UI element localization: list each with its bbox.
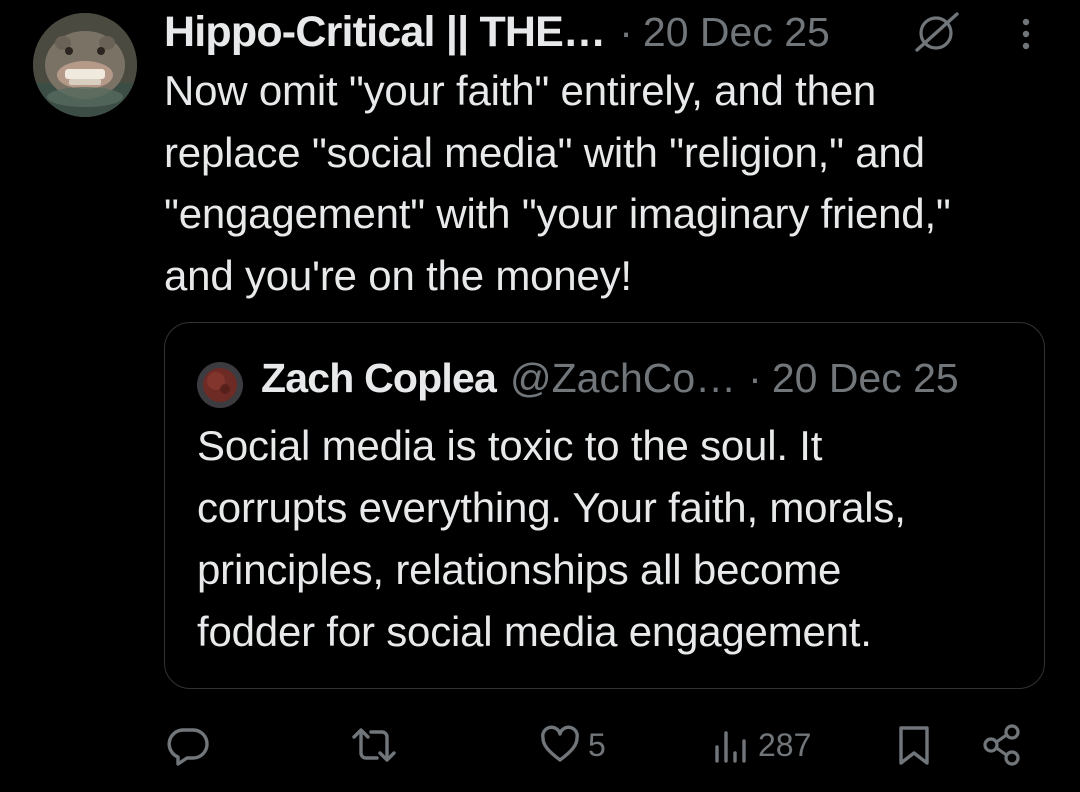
quoted-author-avatar (197, 362, 243, 408)
quoted-text-line: principles, relationships all become (197, 546, 842, 593)
quoted-post-timestamp: 20 Dec 25 (771, 354, 959, 401)
post-text: Now omit "your faith" entirely, and then… (164, 60, 1064, 306)
post-text-line: replace "social media" with "religion," … (164, 128, 925, 176)
post-header: Hippo-Critical || THE… · 20 Dec 25 (164, 4, 830, 60)
hippo-avatar-image (33, 13, 137, 117)
like-count: 5 (588, 726, 606, 763)
separator-dot: · (619, 8, 633, 55)
share-button[interactable] (980, 715, 1024, 775)
author-avatar[interactable] (33, 13, 137, 117)
bookmark-icon (899, 726, 929, 765)
bookmark-button[interactable] (894, 715, 934, 775)
quoted-text-line: Social media is toxic to the soul. It (197, 422, 823, 469)
reply-icon (167, 728, 209, 766)
reply-button[interactable] (166, 715, 210, 775)
views-button[interactable]: 287 (712, 715, 811, 775)
quoted-post-header: Zach Coplea @ZachCo… · 20 Dec 25 (261, 351, 959, 405)
quoted-text-line: fodder for social media engagement. (197, 608, 872, 655)
author-display-name[interactable]: Hippo-Critical || THE… (164, 8, 606, 57)
post: Hippo-Critical || THE… · 20 Dec 25 Now o… (0, 0, 1080, 792)
quoted-post-text: Social media is toxic to the soul. It co… (197, 415, 1037, 663)
grok-icon[interactable] (912, 11, 962, 53)
action-bar: 5 287 (0, 715, 1080, 775)
like-button[interactable]: 5 (538, 715, 606, 775)
quoted-post[interactable]: Zach Coplea @ZachCo… · 20 Dec 25 Social … (164, 322, 1045, 689)
post-text-line: "engagement" with "your imaginary friend… (164, 190, 951, 237)
repost-icon (352, 728, 396, 762)
post-timestamp[interactable]: 20 Dec 25 (643, 9, 830, 56)
more-options-icon[interactable] (1016, 14, 1036, 54)
post-text-line: and you're on the money! (164, 251, 632, 299)
separator-dot: · (748, 354, 762, 401)
quoted-author-handle: @ZachCo… (509, 354, 737, 401)
quoted-author-name: Zach Coplea (261, 354, 497, 401)
repost-button[interactable] (350, 715, 398, 775)
post-text-line: Now omit "your faith" entirely, and then (164, 67, 877, 114)
views-count: 287 (758, 726, 812, 763)
share-icon (983, 724, 1020, 766)
heart-icon (541, 725, 579, 762)
views-icon (715, 731, 746, 763)
blood-moon-avatar-image (197, 362, 243, 408)
quoted-text-line: corrupts everything. Your faith, morals, (197, 484, 906, 531)
